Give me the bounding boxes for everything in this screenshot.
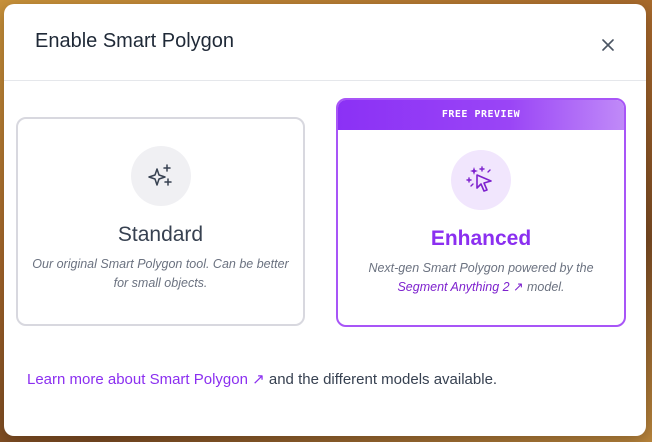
enhanced-description-text: Next-gen Smart Polygon powered by the	[368, 261, 594, 275]
close-icon	[602, 39, 614, 51]
dialog-title: Enable Smart Polygon	[35, 30, 235, 52]
learn-more-link[interactable]: Learn more about Smart Polygon ↗	[27, 371, 265, 388]
enhanced-title: Enhanced	[430, 227, 532, 250]
segment-anything-link[interactable]: Segment Anything 2 ↗	[397, 280, 523, 294]
free-preview-badge: FREE PREVIEW	[338, 100, 624, 130]
enhanced-option-card[interactable]: FREE PREVIEW Enhanced Next-gen Smart Pol…	[336, 98, 626, 327]
enhanced-icon-badge	[451, 150, 511, 210]
standard-option-card[interactable]: Standard Our original Smart Polygon tool…	[16, 117, 305, 326]
close-button[interactable]	[600, 37, 616, 53]
magic-cursor-icon	[466, 166, 492, 192]
footer-tail: and the different models available.	[264, 371, 498, 388]
standard-description: Our original Smart Polygon tool. Can be …	[32, 257, 289, 290]
footer-text: Learn more about Smart Polygon ↗ and the…	[27, 370, 497, 388]
dialog-header: Enable Smart Polygon	[4, 4, 646, 81]
standard-title: Standard	[117, 223, 204, 246]
enhanced-description: Next-gen Smart Polygon powered by the Se…	[351, 259, 611, 297]
standard-icon-badge	[130, 146, 191, 206]
sparkles-icon	[147, 164, 172, 186]
enhanced-description-tail: model.	[523, 280, 565, 294]
